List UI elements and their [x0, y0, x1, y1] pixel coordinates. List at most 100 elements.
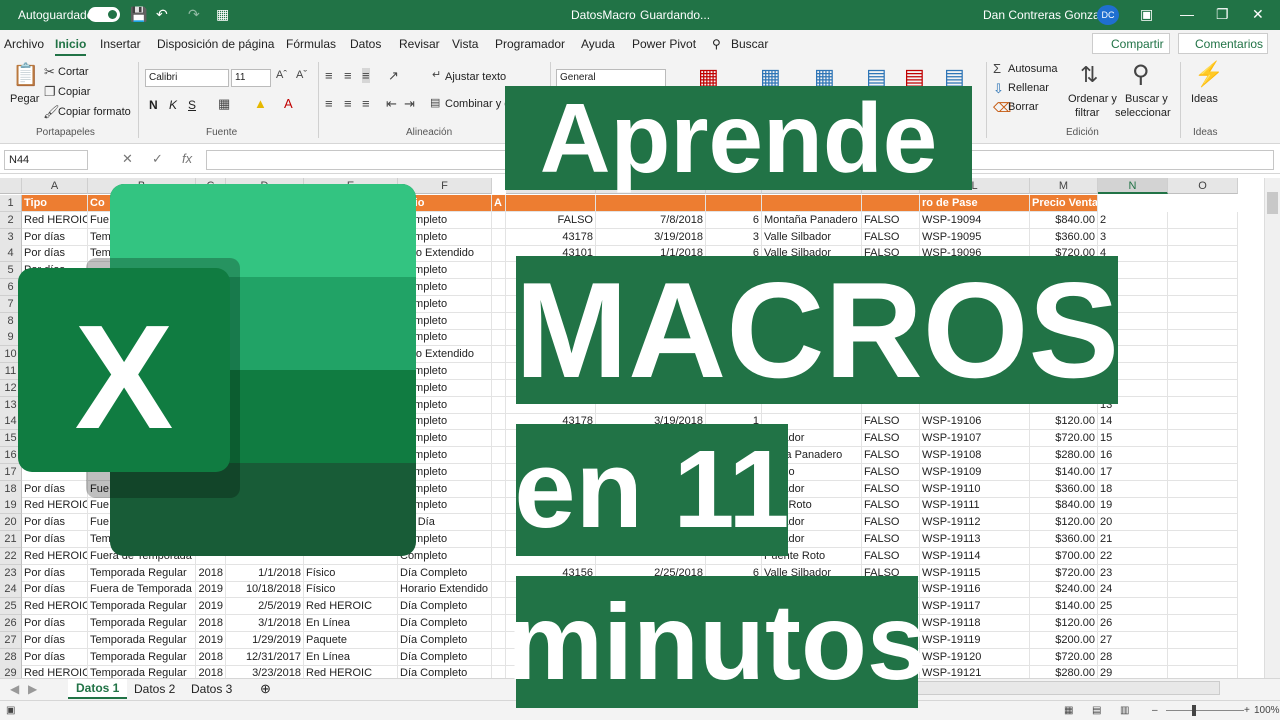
cell[interactable]: WSP-19115	[920, 564, 1030, 582]
autosum-button[interactable]: Autosuma	[1008, 63, 1058, 75]
sheet-tab-datos-3[interactable]: Datos 3	[191, 682, 232, 696]
cell[interactable]: 24	[1098, 581, 1168, 599]
cell[interactable]	[492, 581, 506, 599]
cell[interactable]: 3	[1098, 228, 1168, 246]
find-select-line2[interactable]: seleccionar	[1115, 107, 1171, 119]
cell[interactable]	[1168, 631, 1238, 649]
cell[interactable]: 14	[1098, 413, 1168, 431]
cell[interactable]: Temporada Regular	[88, 615, 196, 632]
cell[interactable]: 16	[1098, 447, 1168, 464]
merge-button[interactable]: Combinar y c	[445, 98, 510, 110]
comments-button[interactable]: Comentarios	[1178, 33, 1268, 54]
zoom-in-icon[interactable]: +	[1244, 705, 1250, 716]
cell[interactable]: Día Completo	[398, 631, 492, 649]
cell[interactable]: 20	[1098, 514, 1168, 532]
horizontal-scrollbar[interactable]	[900, 681, 1220, 695]
cell[interactable]	[1168, 615, 1238, 632]
cell[interactable]	[596, 195, 706, 212]
cell[interactable]: A	[492, 195, 506, 212]
cell[interactable]	[1168, 262, 1238, 280]
column-header-n[interactable]: N	[1098, 178, 1168, 194]
cell[interactable]	[492, 480, 506, 498]
cell[interactable]: 22	[1098, 547, 1168, 565]
cell[interactable]: WSP-19117	[920, 598, 1030, 616]
cell[interactable]	[706, 195, 762, 212]
cell[interactable]: WSP-19116	[920, 581, 1030, 599]
cell[interactable]: Temporada Regular	[88, 564, 196, 582]
cell[interactable]: $720.00	[1030, 564, 1098, 582]
cell[interactable]: Montaña Panadero	[762, 211, 862, 229]
cell[interactable]: FALSO	[862, 497, 920, 515]
cell[interactable]	[492, 514, 506, 532]
cell[interactable]	[1168, 363, 1238, 380]
cell[interactable]: Temporada Regular	[88, 598, 196, 616]
close-icon[interactable]: ✕	[1252, 6, 1264, 23]
cell[interactable]: FALSO	[862, 447, 920, 464]
ideas-icon[interactable]: ⚡	[1194, 60, 1224, 89]
cell[interactable]	[1168, 413, 1238, 431]
cell[interactable]: WSP-19094	[920, 211, 1030, 229]
cell[interactable]: 27	[1098, 631, 1168, 649]
cell[interactable]: 7/8/2018	[596, 211, 706, 229]
cell[interactable]: Precio Venta	[1030, 195, 1098, 212]
cell[interactable]	[1168, 547, 1238, 565]
cell[interactable]: 26	[1098, 615, 1168, 632]
cell[interactable]: $200.00	[1030, 631, 1098, 649]
cell[interactable]	[492, 279, 506, 296]
cell[interactable]: Fuera de Temporada	[88, 581, 196, 599]
cell[interactable]: ro de Pase	[920, 195, 1030, 212]
cell[interactable]: 3/19/2018	[596, 228, 706, 246]
cell[interactable]	[492, 396, 506, 414]
zoom-out-icon[interactable]: –	[1152, 705, 1158, 716]
sort-filter-icon[interactable]: ⇅	[1080, 62, 1098, 88]
cell[interactable]: FALSO	[506, 211, 596, 229]
cell[interactable]: En Línea	[304, 648, 398, 666]
cell[interactable]	[492, 564, 506, 582]
cell[interactable]: $360.00	[1030, 480, 1098, 498]
cell[interactable]: 43178	[506, 228, 596, 246]
cell[interactable]: 17	[1098, 463, 1168, 481]
cell[interactable]: 2018	[196, 564, 226, 582]
cell[interactable]	[1168, 211, 1238, 229]
cell[interactable]: 2	[1098, 211, 1168, 229]
cell[interactable]: 2019	[196, 598, 226, 616]
scroll-thumb[interactable]	[1267, 192, 1278, 214]
cell[interactable]	[492, 295, 506, 313]
cell[interactable]	[1168, 245, 1238, 263]
cell[interactable]	[492, 312, 506, 330]
zoom-level[interactable]: 100%	[1254, 705, 1280, 716]
cell[interactable]: Red HEROIC	[22, 598, 88, 616]
cell[interactable]: WSP-19112	[920, 514, 1030, 532]
cell[interactable]: Día Completo	[398, 564, 492, 582]
cell[interactable]: WSP-19106	[920, 413, 1030, 431]
cell[interactable]: Por días	[22, 615, 88, 632]
cell[interactable]: 15	[1098, 430, 1168, 448]
cell[interactable]: $720.00	[1030, 648, 1098, 666]
cell[interactable]: 2019	[196, 581, 226, 599]
row-header[interactable]: 23	[0, 564, 22, 582]
search-label[interactable]: Buscar	[731, 37, 768, 51]
cell[interactable]: WSP-19109	[920, 463, 1030, 481]
cell[interactable]: WSP-19111	[920, 497, 1030, 515]
cell[interactable]: $120.00	[1030, 413, 1098, 431]
clear-button[interactable]: Borrar	[1008, 101, 1039, 113]
cell[interactable]: Horario Extendido	[398, 581, 492, 599]
cell[interactable]: FALSO	[862, 531, 920, 548]
cell[interactable]	[1168, 531, 1238, 548]
cell[interactable]: FALSO	[862, 480, 920, 498]
column-header-m[interactable]: M	[1030, 178, 1098, 194]
maximize-icon[interactable]: ❐	[1216, 6, 1229, 23]
cell[interactable]: 2018	[196, 665, 226, 678]
cell[interactable]: 3/23/2018	[226, 665, 304, 678]
user-name[interactable]: Dan Contreras Gonzalez	[983, 8, 1115, 22]
zoom-slider-thumb[interactable]	[1192, 705, 1196, 716]
cell[interactable]	[1168, 514, 1238, 532]
cell[interactable]	[1168, 279, 1238, 296]
cell[interactable]: 23	[1098, 564, 1168, 582]
sheet-tab-datos-1[interactable]: Datos 1	[68, 679, 128, 699]
add-sheet-icon[interactable]: ⊕	[260, 681, 271, 697]
cell[interactable]	[492, 531, 506, 548]
cell[interactable]: FALSO	[862, 514, 920, 532]
cell[interactable]: 6	[706, 211, 762, 229]
find-select-icon[interactable]: ⚲	[1132, 60, 1150, 89]
